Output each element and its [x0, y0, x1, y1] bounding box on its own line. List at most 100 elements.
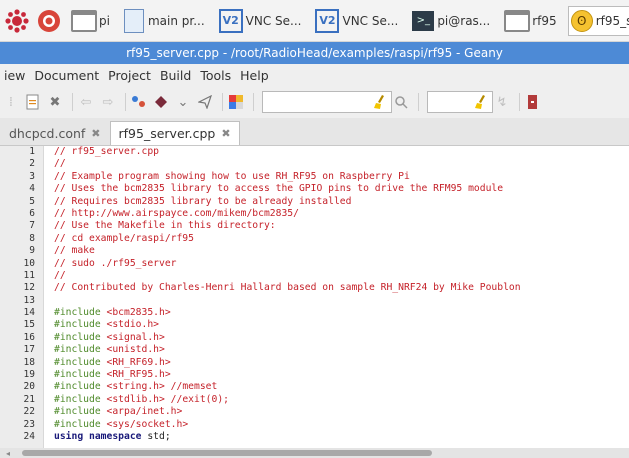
- code-line[interactable]: #include <sys/socket.h>: [54, 419, 629, 431]
- color-chooser-icon[interactable]: [227, 92, 245, 112]
- horizontal-scrollbar[interactable]: ◂: [0, 448, 629, 458]
- code-line[interactable]: #include <signal.h>: [54, 332, 629, 344]
- code-line[interactable]: // Use the Makefile in this directory:: [54, 220, 629, 232]
- line-number: 9: [29, 245, 35, 257]
- line-number: 13: [23, 294, 35, 306]
- web-browser-icon[interactable]: [36, 7, 62, 35]
- code-token: #include: [54, 356, 107, 368]
- compile-icon[interactable]: [130, 92, 148, 112]
- code-area[interactable]: // rf95_server.cpp//// Example program s…: [54, 146, 629, 443]
- line-number: 6: [29, 207, 35, 219]
- search-field-clear-icon[interactable]: [374, 94, 388, 110]
- build-icon[interactable]: [152, 92, 170, 112]
- taskbar-task-label: VNC Se...: [342, 13, 399, 28]
- toolbar-separator: [72, 93, 73, 111]
- toolbar-separator: [253, 93, 254, 111]
- code-line[interactable]: #include <unistd.h>: [54, 344, 629, 356]
- taskbar-task-5[interactable]: rf95: [501, 6, 561, 36]
- taskbar-task-3[interactable]: V2 VNC Se...: [312, 6, 403, 36]
- goto-field-clear-icon[interactable]: [475, 94, 489, 110]
- toolbar: ⁞ ✖ ⇦ ⇨ ⌄ ↯: [0, 86, 629, 118]
- code-line[interactable]: // cd example/raspi/rf95: [54, 233, 629, 245]
- geany-icon: ʘ: [570, 9, 593, 32]
- code-line[interactable]: //: [54, 270, 629, 282]
- code-line[interactable]: // http://www.airspayce.com/mikem/bcm283…: [54, 208, 629, 220]
- taskbar-task-label: VNC Se...: [245, 13, 302, 28]
- code-line[interactable]: //: [54, 158, 629, 170]
- scrollbar-thumb[interactable]: [22, 450, 432, 456]
- code-line[interactable]: // Example program showing how to use RH…: [54, 171, 629, 183]
- search-input[interactable]: [262, 91, 392, 113]
- menu-help[interactable]: Help: [236, 68, 274, 83]
- code-line[interactable]: using namespace std;: [54, 431, 629, 443]
- code-token: // rf95_server.cpp: [54, 146, 159, 157]
- code-token: <RH_RF69.h>: [106, 356, 171, 368]
- code-line[interactable]: // Requires bcm2835 library to be alread…: [54, 196, 629, 208]
- close-icon[interactable]: ✖: [91, 127, 100, 140]
- vnc-icon: V2: [218, 8, 243, 33]
- code-line[interactable]: #include <bcm2835.h>: [54, 307, 629, 319]
- code-token: // Example program showing how to use RH…: [54, 170, 410, 182]
- code-token: <signal.h>: [106, 331, 165, 343]
- menu-project[interactable]: Project: [104, 68, 156, 83]
- close-icon[interactable]: ✖: [221, 127, 230, 140]
- scroll-left-arrow-icon[interactable]: ◂: [6, 449, 10, 458]
- toolbar-separator: [519, 93, 520, 111]
- line-number: 14: [23, 307, 35, 319]
- code-token: <unistd.h>: [106, 344, 165, 356]
- taskbar-task-label: rf95_se...: [595, 13, 629, 28]
- code-token: // Contributed by Charles-Henri Hallard …: [54, 282, 521, 294]
- code-line[interactable]: // Contributed by Charles-Henri Hallard …: [54, 282, 629, 294]
- quit-icon[interactable]: [524, 92, 542, 112]
- line-number: 17: [23, 344, 35, 356]
- window-title-bar[interactable]: rf95_server.cpp - /root/RadioHead/exampl…: [0, 42, 629, 64]
- code-token: // sudo ./rf95_server: [54, 257, 177, 269]
- code-line[interactable]: // rf95_server.cpp: [54, 146, 629, 158]
- code-line[interactable]: [54, 295, 629, 307]
- tab-label: dhcpcd.conf: [9, 126, 86, 141]
- taskbar-task-1[interactable]: main pr...: [121, 6, 210, 36]
- window-title: rf95_server.cpp - /root/RadioHead/exampl…: [126, 46, 503, 60]
- menu-document[interactable]: Document: [30, 68, 104, 83]
- taskbar-task-2[interactable]: V2 VNC Se...: [216, 6, 307, 36]
- run-icon[interactable]: [196, 92, 214, 112]
- code-token: std;: [147, 430, 171, 442]
- menu-tools[interactable]: Tools: [196, 68, 236, 83]
- code-line[interactable]: #include <RH_RF95.h>: [54, 369, 629, 381]
- tab-rf95-server-cpp[interactable]: rf95_server.cpp ✖: [109, 121, 240, 145]
- folder-icon: [504, 9, 531, 32]
- code-line[interactable]: #include <arpa/inet.h>: [54, 406, 629, 418]
- taskbar-task-0[interactable]: pi: [68, 6, 115, 36]
- line-number: 2: [29, 158, 35, 170]
- code-token: #include: [54, 381, 107, 393]
- code-line[interactable]: #include <string.h> //memset: [54, 381, 629, 393]
- code-token: #include: [54, 344, 107, 356]
- code-token: // cd example/raspi/rf95: [54, 232, 194, 244]
- line-number: 21: [23, 393, 35, 405]
- code-token: #include: [54, 319, 107, 331]
- taskbar-task-4[interactable]: >_ pi@ras...: [409, 6, 495, 36]
- code-editor[interactable]: 1 2 3 4 5 6 7 8 9 10 11 12 13 14 15 16 17 18 19 20 21 22 23 24 …: [0, 146, 629, 448]
- code-line[interactable]: #include <RH_RF69.h>: [54, 357, 629, 369]
- code-token: // Use the Makefile in this directory:: [54, 220, 276, 232]
- raspberry-menu-icon[interactable]: [4, 7, 30, 35]
- code-token: #include: [54, 393, 107, 405]
- menu-build[interactable]: Build: [156, 68, 196, 83]
- forward-icon[interactable]: ⇨: [99, 92, 117, 112]
- close-file-icon[interactable]: ✖: [46, 92, 64, 112]
- back-icon[interactable]: ⇦: [77, 92, 95, 112]
- dropdown-icon[interactable]: ⌄: [174, 92, 192, 112]
- code-line[interactable]: // Uses the bcm2835 library to access th…: [54, 183, 629, 195]
- jump-to-line-icon[interactable]: ↯: [493, 92, 511, 112]
- code-line[interactable]: #include <stdio.h>: [54, 319, 629, 331]
- menu-view[interactable]: iew: [0, 68, 30, 83]
- find-icon[interactable]: [392, 92, 410, 112]
- code-line[interactable]: // make: [54, 245, 629, 257]
- taskbar-task-6[interactable]: ʘrf95_se...: [567, 5, 629, 36]
- code-line[interactable]: // sudo ./rf95_server: [54, 258, 629, 270]
- code-line[interactable]: #include <stdlib.h> //exit(0);: [54, 394, 629, 406]
- tab-dhcpcd-conf[interactable]: dhcpcd.conf ✖: [0, 121, 110, 145]
- goto-line-input[interactable]: [427, 91, 493, 113]
- new-file-icon[interactable]: [24, 92, 42, 112]
- code-token: <stdlib.h>: [106, 393, 165, 405]
